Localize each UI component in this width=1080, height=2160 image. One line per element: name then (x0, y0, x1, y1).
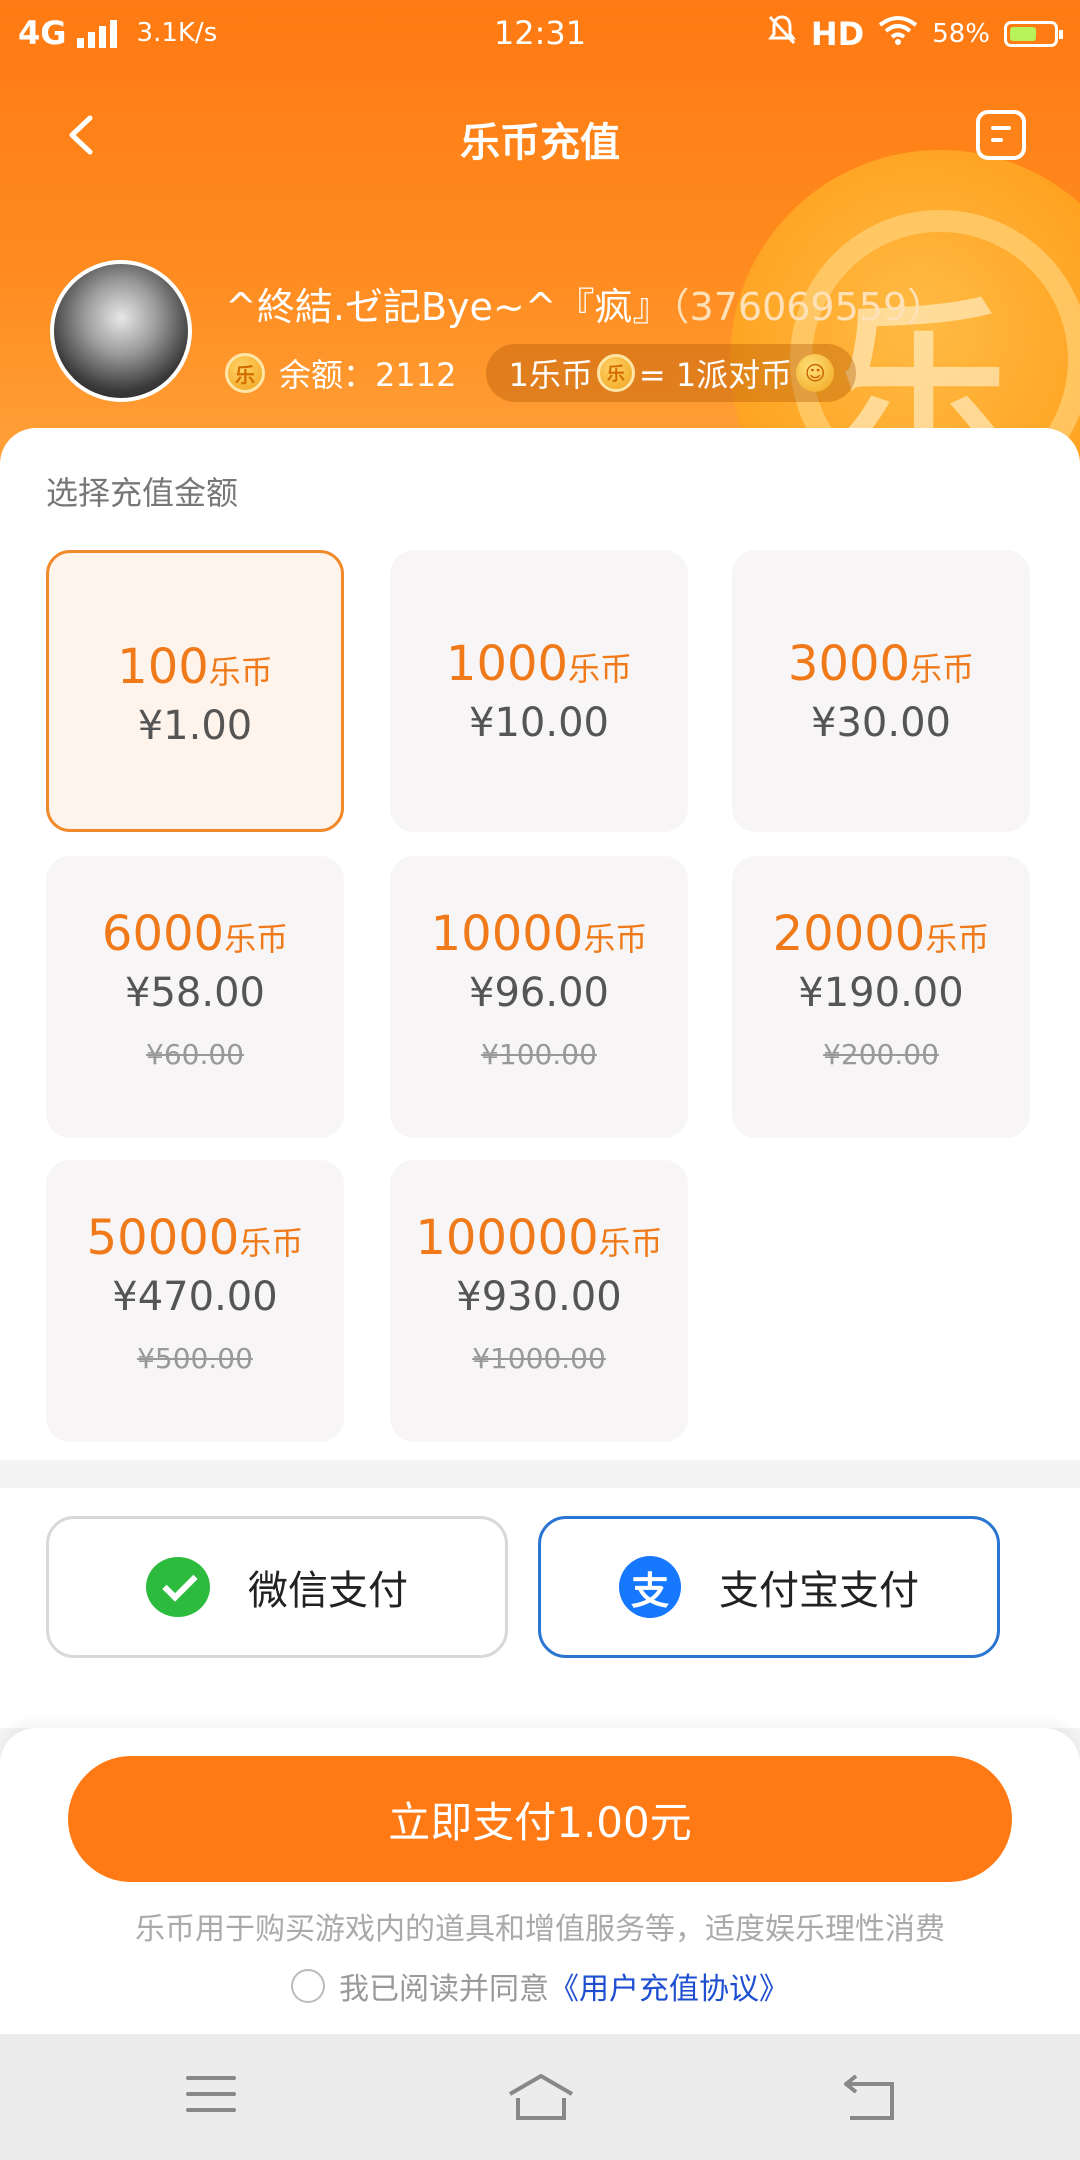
recharge-option[interactable]: 20000乐币 ¥190.00 ¥200.00 (732, 856, 1030, 1138)
recent-apps-button[interactable] (186, 2072, 246, 2122)
checkout-area: 立即支付1.00元 乐币用于购买游戏内的道具和增值服务等，适度娱乐理性消费 我已… (0, 1728, 1080, 2034)
option-coins: 50000 (86, 1210, 240, 1266)
option-original-price: ¥100.00 (481, 1038, 597, 1071)
header-banner: 乐 4G 3.1K/s 12:31 HD 58% 乐币充值 ^終結.ゼ記Bye~… (0, 0, 1080, 470)
wifi-icon (878, 15, 918, 53)
recharge-option[interactable]: 3000乐币 ¥30.00 (732, 550, 1030, 832)
option-price: ¥10.00 (469, 700, 609, 746)
mute-icon (767, 14, 797, 54)
alipay-icon: 支 (619, 1556, 681, 1618)
balance-row: 乐 余额：2112 1乐币 乐 = 1派对币 ☺ (225, 344, 857, 402)
records-button[interactable] (976, 110, 1026, 160)
recharge-option[interactable]: 1000乐币 ¥10.00 (390, 550, 688, 832)
agreement-row: 我已阅读并同意 《用户充值协议》 (0, 1964, 1080, 2008)
rate-right: = 1派对币 (638, 356, 793, 394)
wechat-pay-button[interactable]: 微信支付 (46, 1516, 508, 1658)
exchange-rate-badge: 1乐币 乐 = 1派对币 ☺ (486, 344, 857, 402)
option-price: ¥470.00 (112, 1274, 278, 1320)
option-price: ¥190.00 (798, 970, 964, 1016)
return-icon (844, 2074, 894, 2120)
agreement-link[interactable]: 《用户充值协议》 (549, 1964, 789, 2008)
home-button[interactable] (506, 2072, 576, 2122)
status-bar: 4G 3.1K/s 12:31 HD 58% (0, 0, 1080, 70)
recharge-option[interactable]: 6000乐币 ¥58.00 ¥60.00 (46, 856, 344, 1138)
rate-left: 1乐币 (508, 356, 593, 394)
option-original-price: ¥1000.00 (472, 1342, 606, 1375)
option-unit: 乐币 (568, 650, 633, 688)
option-coins: 20000 (772, 906, 926, 962)
home-icon (508, 2074, 574, 2120)
recharge-option[interactable]: 100乐币 ¥1.00 (46, 550, 344, 832)
alipay-label: 支付宝支付 (719, 1568, 919, 1614)
option-price: ¥58.00 (125, 970, 265, 1016)
recharge-panel: 选择充值金额 100乐币 ¥1.00 1000乐币 ¥10.00 3000乐币 … (0, 428, 1080, 1460)
payment-methods: 微信支付 支 支付宝支付 (0, 1488, 1080, 1728)
option-unit: 乐币 (583, 920, 648, 958)
menu-icon (186, 2076, 236, 2080)
username-line: ^終結.ゼ記Bye~^『疯』（376069559） (225, 276, 945, 331)
battery-percent: 58% (932, 19, 990, 49)
option-unit: 乐币 (224, 920, 289, 958)
page-title: 乐币充值 (460, 120, 620, 166)
option-coins: 3000 (787, 636, 911, 692)
user-profile: ^終結.ゼ記Bye~^『疯』（376069559） 乐 余额：2112 1乐币 … (50, 260, 1050, 410)
option-unit: 乐币 (925, 920, 990, 958)
option-unit: 乐币 (910, 650, 975, 688)
section-label: 选择充值金额 (46, 474, 239, 512)
recharge-option[interactable]: 100000乐币 ¥930.00 ¥1000.00 (390, 1160, 688, 1442)
wechat-pay-label: 微信支付 (248, 1568, 408, 1614)
option-coins: 6000 (101, 906, 225, 962)
option-unit: 乐币 (598, 1224, 663, 1262)
option-price: ¥930.00 (456, 1274, 622, 1320)
nav-bar: 乐币充值 (0, 100, 1080, 170)
pay-now-button[interactable]: 立即支付1.00元 (68, 1756, 1012, 1882)
user-id: （376069559） (670, 285, 946, 329)
option-original-price: ¥60.00 (146, 1038, 244, 1071)
agree-checkbox[interactable] (291, 1969, 325, 2003)
option-coins: 1000 (445, 636, 569, 692)
balance-text: 余额：2112 (279, 356, 457, 394)
lebi-coin-icon: 乐 (596, 354, 635, 392)
option-price: ¥30.00 (811, 700, 951, 746)
back-nav-button[interactable] (842, 2072, 902, 2122)
lebi-coin-icon: 乐 (225, 353, 265, 393)
option-coins: 10000 (430, 906, 584, 962)
alipay-button[interactable]: 支 支付宝支付 (538, 1516, 1000, 1658)
option-coins: 100 (117, 639, 209, 695)
agree-text: 我已阅读并同意 (339, 1972, 549, 2007)
option-original-price: ¥500.00 (137, 1342, 253, 1375)
option-price: ¥96.00 (469, 970, 609, 1016)
avatar (50, 260, 192, 402)
list-icon (991, 126, 1011, 130)
option-unit: 乐币 (239, 1224, 304, 1262)
consumption-notice: 乐币用于购买游戏内的道具和增值服务等，适度娱乐理性消费 (135, 1912, 945, 1947)
option-unit: 乐币 (208, 653, 273, 691)
option-coins: 100000 (415, 1210, 599, 1266)
wechat-icon (146, 1557, 210, 1617)
party-coin-icon: ☺ (796, 354, 835, 392)
username: ^終結.ゼ記Bye~^『疯』 (225, 285, 671, 329)
system-nav-bar (0, 2034, 1080, 2160)
option-original-price: ¥200.00 (823, 1038, 939, 1071)
battery-icon (1004, 21, 1063, 47)
option-price: ¥1.00 (137, 703, 253, 749)
recharge-option[interactable]: 50000乐币 ¥470.00 ¥500.00 (46, 1160, 344, 1442)
hd-badge: HD (810, 15, 865, 53)
recharge-option[interactable]: 10000乐币 ¥96.00 ¥100.00 (390, 856, 688, 1138)
